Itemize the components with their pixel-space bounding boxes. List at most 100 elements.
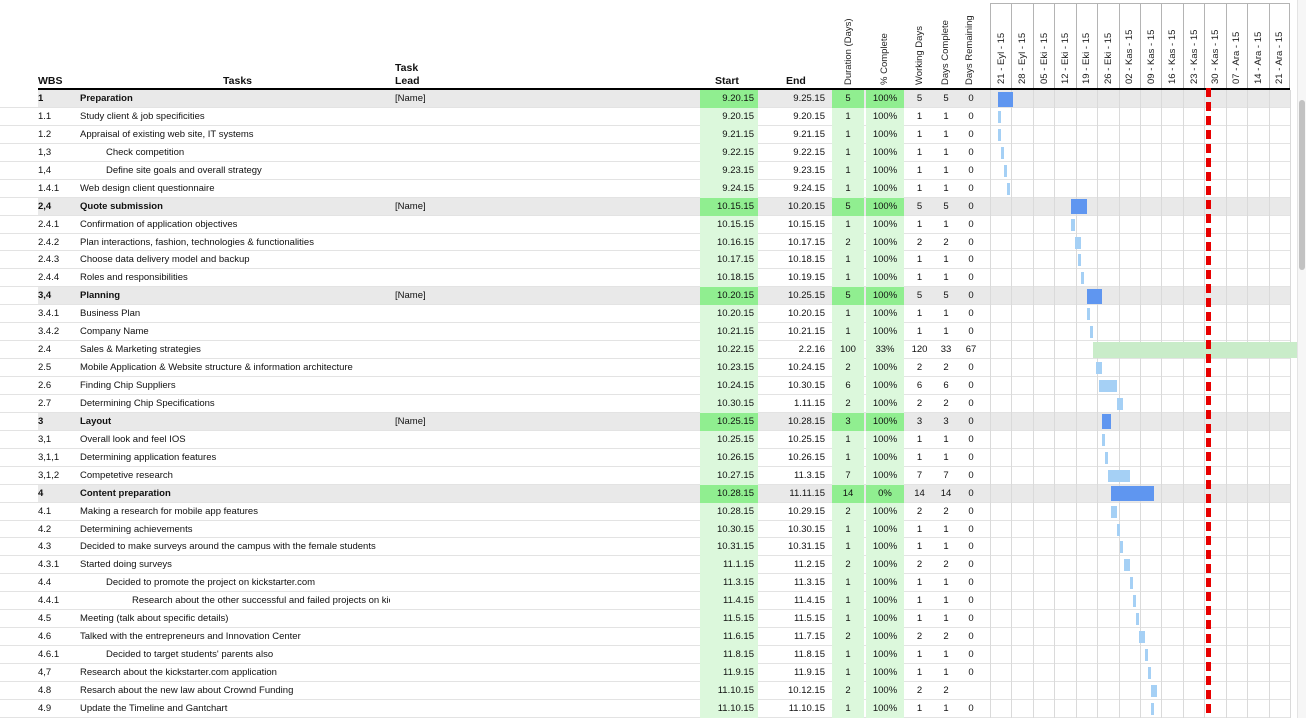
cell-days-remaining[interactable]: 0 (959, 592, 983, 610)
cell-working-days[interactable]: 2 (906, 395, 933, 413)
cell-pct-complete[interactable]: 100% (866, 359, 904, 377)
cell-days-complete[interactable]: 1 (935, 538, 957, 556)
cell-wbs[interactable]: 2.4.2 (38, 234, 80, 252)
cell-days-complete[interactable]: 1 (935, 646, 957, 664)
cell-days-complete[interactable]: 1 (935, 521, 957, 539)
cell-start[interactable]: 10.16.15 (700, 234, 758, 252)
cell-working-days[interactable]: 1 (906, 538, 933, 556)
cell-pct-complete[interactable]: 100% (866, 305, 904, 323)
cell-pct-complete[interactable]: 100% (866, 556, 904, 574)
cell-pct-complete[interactable]: 100% (866, 287, 904, 305)
cell-days-remaining[interactable]: 0 (959, 503, 983, 521)
cell-task[interactable]: Appraisal of existing web site, IT syste… (80, 126, 390, 144)
cell-wbs[interactable]: 4.5 (38, 610, 80, 628)
cell-pct-complete[interactable]: 100% (866, 449, 904, 467)
cell-days-complete[interactable]: 1 (935, 305, 957, 323)
cell-wbs[interactable]: 3,1,1 (38, 449, 80, 467)
cell-wbs[interactable]: 4.6 (38, 628, 80, 646)
cell-days-remaining[interactable]: 0 (959, 574, 983, 592)
cell-days-remaining[interactable]: 0 (959, 700, 983, 718)
cell-task[interactable]: Competetive research (80, 467, 390, 485)
cell-end[interactable]: 10.18.15 (761, 251, 829, 269)
cell-wbs[interactable]: 2.5 (38, 359, 80, 377)
cell-working-days[interactable]: 1 (906, 126, 933, 144)
cell-task[interactable]: Determining Chip Specifications (80, 395, 390, 413)
cell-end[interactable]: 11.8.15 (761, 646, 829, 664)
cell-duration[interactable]: 1 (832, 700, 864, 718)
cell-pct-complete[interactable]: 0% (866, 485, 904, 503)
cell-working-days[interactable]: 6 (906, 377, 933, 395)
cell-task[interactable]: Resarch about the new law about Crownd F… (80, 682, 390, 700)
cell-days-remaining[interactable]: 0 (959, 628, 983, 646)
cell-working-days[interactable]: 1 (906, 592, 933, 610)
cell-working-days[interactable]: 7 (906, 467, 933, 485)
cell-task[interactable]: Sales & Marketing strategies (80, 341, 390, 359)
cell-duration[interactable]: 2 (832, 556, 864, 574)
cell-working-days[interactable]: 1 (906, 162, 933, 180)
cell-wbs[interactable]: 3,1,2 (38, 467, 80, 485)
cell-start[interactable]: 9.22.15 (700, 144, 758, 162)
cell-pct-complete[interactable]: 100% (866, 431, 904, 449)
cell-days-complete[interactable]: 2 (935, 395, 957, 413)
cell-days-remaining[interactable]: 0 (959, 234, 983, 252)
cell-pct-complete[interactable]: 100% (866, 180, 904, 198)
cell-end[interactable]: 10.30.15 (761, 521, 829, 539)
cell-working-days[interactable]: 1 (906, 108, 933, 126)
cell-days-complete[interactable]: 5 (935, 198, 957, 216)
cell-end[interactable]: 11.9.15 (761, 664, 829, 682)
cell-end[interactable]: 11.11.15 (761, 485, 829, 503)
cell-days-complete[interactable]: 1 (935, 574, 957, 592)
cell-start[interactable]: 9.20.15 (700, 90, 758, 108)
cell-task[interactable]: Check competition (106, 144, 390, 162)
cell-pct-complete[interactable]: 100% (866, 323, 904, 341)
cell-task[interactable]: Choose data delivery model and backup (80, 251, 390, 269)
cell-days-remaining[interactable]: 0 (959, 323, 983, 341)
cell-start[interactable]: 9.24.15 (700, 180, 758, 198)
cell-duration[interactable]: 1 (832, 269, 864, 287)
cell-duration[interactable]: 1 (832, 664, 864, 682)
cell-pct-complete[interactable]: 100% (866, 126, 904, 144)
cell-duration[interactable]: 1 (832, 251, 864, 269)
cell-duration[interactable]: 1 (832, 305, 864, 323)
cell-start[interactable]: 10.20.15 (700, 305, 758, 323)
cell-pct-complete[interactable]: 100% (866, 646, 904, 664)
cell-wbs[interactable]: 3,4 (38, 287, 80, 305)
cell-wbs[interactable]: 2.7 (38, 395, 80, 413)
cell-lead[interactable]: [Name] (395, 413, 455, 431)
cell-end[interactable]: 10.30.15 (761, 377, 829, 395)
cell-working-days[interactable]: 1 (906, 251, 933, 269)
cell-days-remaining[interactable]: 0 (959, 216, 983, 234)
cell-days-remaining[interactable]: 0 (959, 377, 983, 395)
cell-wbs[interactable]: 4.3.1 (38, 556, 80, 574)
cell-days-remaining[interactable]: 0 (959, 395, 983, 413)
cell-pct-complete[interactable]: 100% (866, 628, 904, 646)
cell-days-complete[interactable]: 5 (935, 287, 957, 305)
cell-wbs[interactable]: 4.3 (38, 538, 80, 556)
cell-wbs[interactable]: 4 (38, 485, 80, 503)
cell-days-remaining[interactable]: 0 (959, 467, 983, 485)
cell-working-days[interactable]: 1 (906, 521, 933, 539)
cell-wbs[interactable]: 4.2 (38, 521, 80, 539)
cell-task[interactable]: Meeting (talk about specific details) (80, 610, 390, 628)
cell-duration[interactable]: 1 (832, 180, 864, 198)
cell-duration[interactable]: 5 (832, 90, 864, 108)
cell-days-remaining[interactable]: 0 (959, 664, 983, 682)
cell-days-complete[interactable]: 1 (935, 144, 957, 162)
cell-days-complete[interactable]: 2 (935, 628, 957, 646)
cell-days-complete[interactable]: 7 (935, 467, 957, 485)
cell-wbs[interactable]: 4.4 (38, 574, 80, 592)
cell-duration[interactable]: 1 (832, 144, 864, 162)
cell-days-remaining[interactable]: 67 (959, 341, 983, 359)
cell-start[interactable]: 9.21.15 (700, 126, 758, 144)
cell-days-remaining[interactable]: 0 (959, 144, 983, 162)
cell-duration[interactable]: 100 (832, 341, 864, 359)
cell-start[interactable]: 10.25.15 (700, 413, 758, 431)
cell-start[interactable]: 10.18.15 (700, 269, 758, 287)
cell-start[interactable]: 10.30.15 (700, 521, 758, 539)
cell-start[interactable]: 10.27.15 (700, 467, 758, 485)
cell-duration[interactable]: 1 (832, 538, 864, 556)
cell-end[interactable]: 10.31.15 (761, 538, 829, 556)
cell-task[interactable]: Started doing surveys (80, 556, 390, 574)
cell-end[interactable]: 9.22.15 (761, 144, 829, 162)
cell-task[interactable]: Overall look and feel IOS (80, 431, 390, 449)
